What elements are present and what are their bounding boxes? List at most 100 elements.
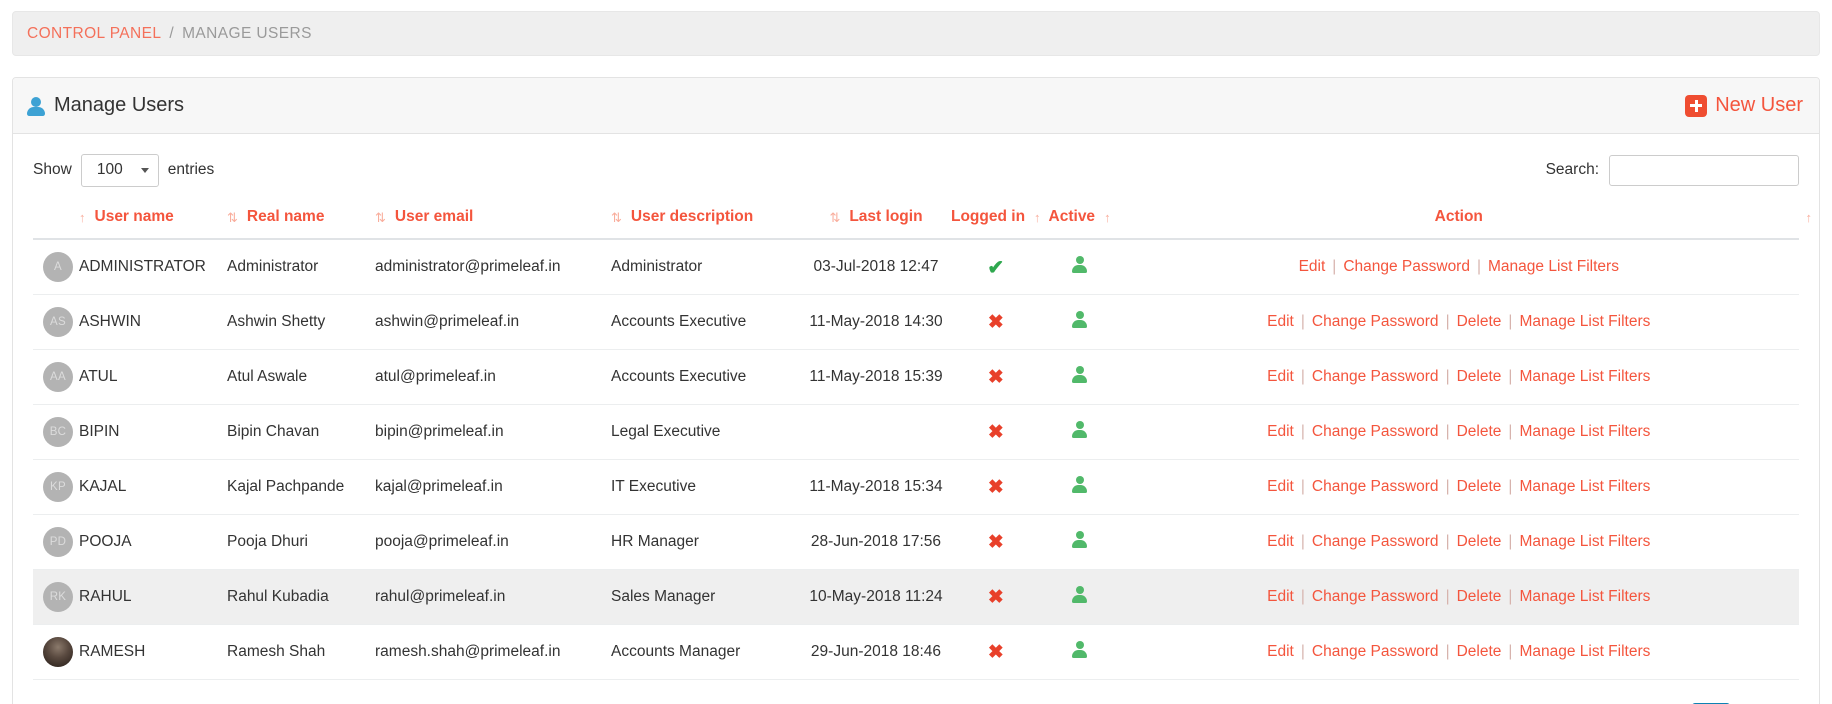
column-header-email[interactable]: ⇅ User email [375, 208, 611, 240]
plus-square-icon [1685, 94, 1708, 117]
avatar: AS [43, 307, 73, 337]
edit-link[interactable]: Edit [1267, 478, 1294, 496]
table-cell-loggedin: ✖ [951, 404, 1041, 460]
edit-link[interactable]: Edit [1267, 313, 1294, 331]
table-cell-email: ramesh.shah@primeleaf.in [375, 624, 611, 680]
change-password-link[interactable]: Change Password [1312, 368, 1439, 386]
action-separator: | [1445, 313, 1450, 330]
table-cell-description: Accounts Executive [611, 349, 801, 405]
delete-link[interactable]: Delete [1457, 368, 1502, 386]
column-header-username-label: User name [94, 208, 174, 225]
delete-link[interactable]: Delete [1457, 588, 1502, 606]
table-cell-avatar: PD [33, 514, 79, 570]
table-cell-email: administrator@primeleaf.in [375, 239, 611, 295]
column-header-username[interactable]: ↑ User name [79, 208, 227, 240]
page-length-select[interactable]: 100 [80, 153, 159, 187]
delete-link[interactable]: Delete [1457, 643, 1502, 661]
table-cell-active [1040, 294, 1119, 350]
column-header-action[interactable]: Action ↑ [1118, 208, 1812, 240]
change-password-link[interactable]: Change Password [1312, 423, 1439, 441]
edit-link[interactable]: Edit [1299, 258, 1326, 276]
manage-list-filters-link[interactable]: Manage List Filters [1519, 588, 1650, 606]
table-row: BC BIPIN Bipin Chavan bipin@primeleaf.in Leg… [33, 404, 1799, 460]
table-cell-username: KAJAL [79, 459, 227, 515]
page-title-text: Manage Users [54, 94, 185, 116]
column-header-realname[interactable]: ⇅ Real name [227, 208, 375, 240]
table-cell-action: Edit | Change Password | Delete | Manage List … [1118, 404, 1799, 460]
sort-ascending-icon: ↑ [1034, 209, 1041, 225]
panel-body: Show 100 entries Search: ↑ User name ⇅ R… [13, 134, 1819, 704]
delete-link[interactable]: Delete [1457, 533, 1502, 551]
manage-list-filters-link[interactable]: Manage List Filters [1519, 368, 1650, 386]
change-password-link[interactable]: Change Password [1312, 643, 1439, 661]
column-header-lastlogin[interactable]: ⇅ Last login [801, 208, 951, 240]
breadcrumb-item-manage-users: MANAGE USERS [182, 24, 312, 42]
manage-list-filters-link[interactable]: Manage List Filters [1519, 478, 1650, 496]
edit-link[interactable]: Edit [1267, 368, 1294, 386]
action-separator: | [1332, 258, 1337, 275]
action-separator: | [1476, 258, 1482, 275]
column-header-action-label: Action [1434, 208, 1483, 225]
breadcrumb-item-control-panel[interactable]: CONTROL PANEL [27, 25, 161, 43]
page-title: Manage Users [27, 94, 184, 117]
new-user-button-label: New User [1715, 94, 1803, 116]
column-header-description[interactable]: ⇅ User description [611, 208, 801, 240]
manage-list-filters-link[interactable]: Manage List Filters [1488, 258, 1619, 276]
change-password-link[interactable]: Change Password [1312, 588, 1439, 606]
table-cell-username: RAMESH [79, 624, 227, 680]
change-password-link[interactable]: Change Password [1312, 313, 1439, 331]
table-cell-username: POOJA [79, 514, 227, 570]
edit-link[interactable]: Edit [1267, 643, 1294, 661]
table-row: A ADMINISTRATOR Administrator administrator… [33, 239, 1799, 295]
change-password-link[interactable]: Change Password [1343, 258, 1470, 276]
manage-list-filters-link[interactable]: Manage List Filters [1519, 643, 1650, 661]
chevron-down-icon [140, 168, 149, 173]
table-cell-realname: Ashwin Shetty [227, 294, 375, 350]
table-cell-lastlogin: 03-Jul-2018 12:47 [801, 239, 951, 295]
cross-icon: ✖ [987, 641, 1004, 663]
sort-ascending-icon: ↑ [1805, 209, 1813, 225]
table-cell-email: bipin@primeleaf.in [375, 404, 611, 460]
page-root: CONTROL PANEL / MANAGE USERS Manage User… [0, 11, 1832, 704]
table-cell-description: IT Executive [611, 459, 801, 515]
table-cell-lastlogin: 11-May-2018 14:30 [801, 294, 951, 350]
table-cell-description: Administrator [611, 239, 801, 295]
column-header-avatar [33, 208, 79, 240]
column-header-description-label: User description [630, 208, 754, 225]
avatar: PD [43, 527, 73, 557]
table-cell-avatar: BC [33, 404, 79, 460]
action-links: Edit | Change Password | Delete | Manage List … [1119, 643, 1799, 661]
avatar: BC [43, 417, 73, 447]
column-header-loggedin[interactable]: Logged in ↑ [951, 208, 1041, 240]
change-password-link[interactable]: Change Password [1312, 533, 1439, 551]
edit-link[interactable]: Edit [1267, 423, 1294, 441]
table-cell-action: Edit | Change Password | Manage List Filters [1118, 239, 1799, 295]
delete-link[interactable]: Delete [1457, 423, 1502, 441]
delete-link[interactable]: Delete [1457, 313, 1502, 331]
avatar [43, 637, 73, 667]
new-user-button[interactable]: New User [1685, 94, 1803, 117]
action-links: Edit | Change Password | Manage List Filters [1119, 258, 1799, 276]
action-separator: | [1508, 643, 1513, 660]
users-table-body: A ADMINISTRATOR Administrator administrator… [33, 239, 1799, 680]
delete-link[interactable]: Delete [1457, 478, 1502, 496]
edit-link[interactable]: Edit [1267, 588, 1294, 606]
table-cell-active [1040, 514, 1119, 570]
change-password-link[interactable]: Change Password [1312, 478, 1439, 496]
column-header-active[interactable]: Active ↑ [1040, 208, 1119, 240]
manage-list-filters-link[interactable]: Manage List Filters [1519, 313, 1650, 331]
action-links: Edit | Change Password | Delete | Manage List … [1119, 368, 1799, 386]
manage-list-filters-link[interactable]: Manage List Filters [1519, 423, 1650, 441]
users-table-head: ↑ User name ⇅ Real name ⇅ User email ⇅ U… [33, 208, 1812, 240]
sort-both-icon: ⇅ [227, 209, 238, 225]
active-user-icon [1072, 310, 1088, 329]
panel-header: Manage Users New User [13, 78, 1819, 134]
edit-link[interactable]: Edit [1267, 533, 1294, 551]
table-cell-username: RAHUL [79, 569, 227, 625]
sort-both-icon: ⇅ [375, 209, 386, 225]
manage-list-filters-link[interactable]: Manage List Filters [1519, 533, 1650, 551]
action-links: Edit | Change Password | Delete | Manage List … [1119, 588, 1799, 606]
table-controls: Show 100 entries Search: [33, 152, 1799, 188]
search-input[interactable] [1609, 154, 1799, 186]
action-separator: | [1300, 478, 1305, 495]
